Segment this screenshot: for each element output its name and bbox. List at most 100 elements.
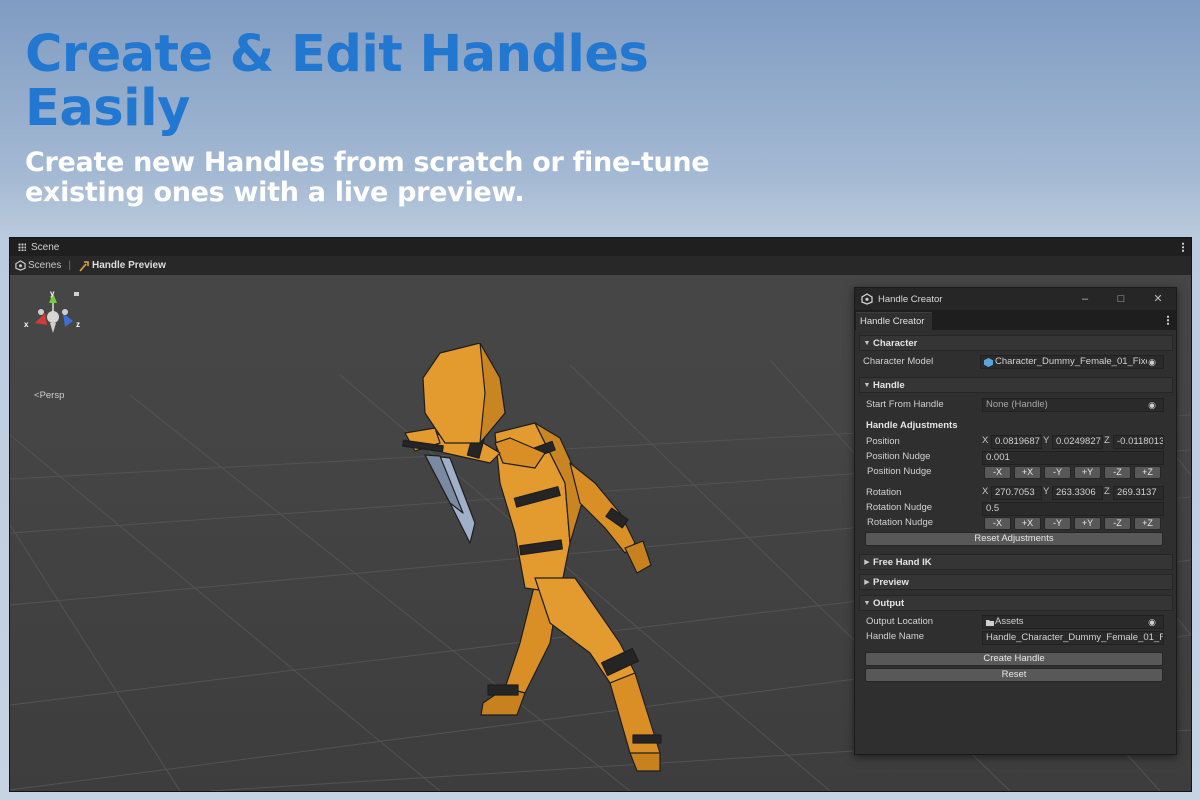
- rotation-nudge-plus-z-button[interactable]: +Z: [1134, 517, 1161, 530]
- position-nudge-plus-x-button[interactable]: +X: [1014, 466, 1041, 479]
- position-x-value: 0.0819687: [995, 436, 1040, 447]
- rotation-y-axis: Y: [1043, 486, 1050, 497]
- start-from-handle-value: None (Handle): [986, 399, 1048, 410]
- projection-toggle[interactable]: <Persp: [34, 390, 64, 401]
- character-model-value: Character_Dummy_Female_01_Fixed: [995, 356, 1157, 367]
- breadcrumb: Scenes | Handle Preview: [10, 256, 1191, 276]
- position-z-field[interactable]: -0.0118013: [1113, 435, 1164, 449]
- foldout-preview[interactable]: ▶ Preview: [859, 574, 1173, 590]
- foldout-output[interactable]: ▼ Output: [859, 595, 1173, 611]
- folder-icon: [986, 620, 994, 626]
- foldout-free-hand-ik-label: Free Hand IK: [873, 556, 932, 568]
- rotation-x-value: 270.7053: [995, 487, 1035, 498]
- rotation-nudge-minus-z-button[interactable]: -Z: [1104, 517, 1131, 530]
- position-nudge-minus-x-button[interactable]: -X: [984, 466, 1011, 479]
- reset-button[interactable]: Reset: [865, 668, 1163, 682]
- chevron-right-icon: ▶: [864, 579, 870, 586]
- reset-adjustments-button[interactable]: Reset Adjustments: [865, 532, 1163, 546]
- rotation-nudge-plus-y-button[interactable]: +Y: [1074, 517, 1101, 530]
- position-x-field[interactable]: 0.0819687: [991, 435, 1042, 449]
- window-menu-icon[interactable]: [1167, 315, 1169, 325]
- handle-name-label: Handle Name: [866, 631, 925, 642]
- position-x-axis: X: [982, 435, 989, 446]
- rotation-x-field[interactable]: 270.7053: [991, 486, 1042, 500]
- hero-subtitle-line1: Create new Handles from scratch or fine-…: [25, 147, 710, 178]
- output-location-field[interactable]: Assets ◉: [982, 615, 1164, 629]
- rotation-nudge-minus-y-button[interactable]: -Y: [1044, 517, 1071, 530]
- character-model-label: Character Model: [863, 356, 934, 367]
- gizmo-x-label: x: [24, 320, 29, 329]
- rotation-nudge-value: 0.5: [986, 503, 1000, 514]
- position-nudge-plus-z-button[interactable]: +Z: [1134, 466, 1161, 479]
- rotation-nudge-minus-x-button[interactable]: -X: [984, 517, 1011, 530]
- position-nudge-minus-y-button[interactable]: -Y: [1044, 466, 1071, 479]
- minimize-icon[interactable]: –: [1078, 292, 1092, 306]
- handle-creator-titlebar[interactable]: Handle Creator – □ ✕: [855, 288, 1176, 310]
- hero-title-line1: Create & Edit Handles: [25, 25, 649, 84]
- position-y-field[interactable]: 0.0249827: [1052, 435, 1103, 449]
- position-y-value: 0.0249827: [1056, 436, 1101, 447]
- rotation-nudge-field[interactable]: 0.5: [982, 502, 1164, 516]
- foldout-preview-label: Preview: [873, 576, 909, 588]
- start-from-handle-field[interactable]: None (Handle) ◉: [982, 398, 1164, 412]
- foldout-character-label: Character: [873, 337, 918, 349]
- gizmo-y-label: y: [50, 289, 55, 298]
- rotation-nudge-buttons-label: Rotation Nudge: [867, 517, 934, 528]
- rotation-nudge-plus-x-button[interactable]: +X: [1014, 517, 1041, 530]
- chevron-down-icon: ▼: [863, 599, 871, 607]
- rotation-label: Rotation: [866, 487, 902, 498]
- tab-handle-creator[interactable]: Handle Creator: [856, 312, 932, 330]
- tab-label: Handle Creator: [860, 316, 925, 327]
- chevron-down-icon: ▼: [863, 381, 871, 389]
- breadcrumb-scenes[interactable]: Scenes: [28, 260, 61, 271]
- foldout-character[interactable]: ▼ Character: [859, 335, 1173, 351]
- scene-tab-bar: Scene: [10, 238, 1191, 256]
- orientation-gizmo[interactable]: [23, 285, 93, 345]
- character-model-field[interactable]: Character_Dummy_Female_01_Fixed ◉: [980, 355, 1164, 369]
- position-z-axis: Z: [1104, 435, 1110, 446]
- position-z-value: -0.0118013: [1117, 436, 1164, 447]
- rotation-z-axis: Z: [1104, 486, 1110, 497]
- handle-name-field[interactable]: Handle_Character_Dummy_Female_01_Fixed: [982, 631, 1164, 645]
- rotation-y-field[interactable]: 263.3306: [1052, 486, 1103, 500]
- hero-title-line2: Easily: [25, 79, 190, 138]
- projection-label: Persp: [39, 390, 65, 401]
- rotation-z-value: 269.3137: [1117, 487, 1157, 498]
- rotation-nudge-label: Rotation Nudge: [866, 502, 933, 513]
- position-nudge-minus-z-button[interactable]: -Z: [1104, 466, 1131, 479]
- handle-creator-window: Handle Creator – □ ✕ Handle Creator ▼ Ch…: [854, 287, 1177, 755]
- foldout-free-hand-ik[interactable]: ▶ Free Hand IK: [859, 554, 1173, 570]
- position-nudge-label: Position Nudge: [866, 451, 931, 462]
- grid-icon: [18, 243, 26, 251]
- chevron-right-icon: ▶: [864, 559, 870, 566]
- close-icon[interactable]: ✕: [1151, 292, 1165, 306]
- breadcrumb-handle-preview[interactable]: Handle Preview: [92, 260, 166, 271]
- position-nudge-buttons-label: Position Nudge: [867, 466, 932, 477]
- foldout-output-label: Output: [873, 597, 905, 609]
- handle-creator-body: ▼ Character Character Model Character_Du…: [855, 330, 1176, 754]
- hero-subtitle: Create new Handles from scratch or fine-…: [25, 147, 710, 208]
- foldout-handle[interactable]: ▼ Handle: [859, 377, 1173, 393]
- hero-title: Create & Edit Handles Easily: [25, 25, 649, 138]
- object-picker-icon[interactable]: ◉: [1147, 357, 1157, 367]
- object-picker-icon[interactable]: ◉: [1147, 617, 1157, 627]
- handle-creator-tabrow: Handle Creator: [855, 310, 1176, 330]
- position-nudge-plus-y-button[interactable]: +Y: [1074, 466, 1101, 479]
- maximize-icon[interactable]: □: [1114, 292, 1128, 306]
- rotation-y-value: 263.3306: [1056, 487, 1096, 498]
- rotation-z-field[interactable]: 269.3137: [1113, 486, 1164, 500]
- position-nudge-field[interactable]: 0.001: [982, 451, 1164, 465]
- rotation-x-axis: X: [982, 486, 989, 497]
- position-label: Position: [866, 436, 900, 447]
- position-y-axis: Y: [1043, 435, 1050, 446]
- scene-menu-icon[interactable]: [1182, 242, 1184, 252]
- foldout-handle-label: Handle: [873, 379, 905, 391]
- handle-name-value: Handle_Character_Dummy_Female_01_Fixed: [986, 632, 1164, 643]
- output-location-label: Output Location: [866, 616, 934, 627]
- prefab-icon: [984, 358, 993, 367]
- create-handle-button[interactable]: Create Handle: [865, 652, 1163, 666]
- object-picker-icon[interactable]: ◉: [1147, 400, 1157, 410]
- scene-tab[interactable]: Scene: [31, 242, 59, 253]
- character-model: [402, 343, 662, 772]
- output-location-value: Assets: [995, 616, 1024, 627]
